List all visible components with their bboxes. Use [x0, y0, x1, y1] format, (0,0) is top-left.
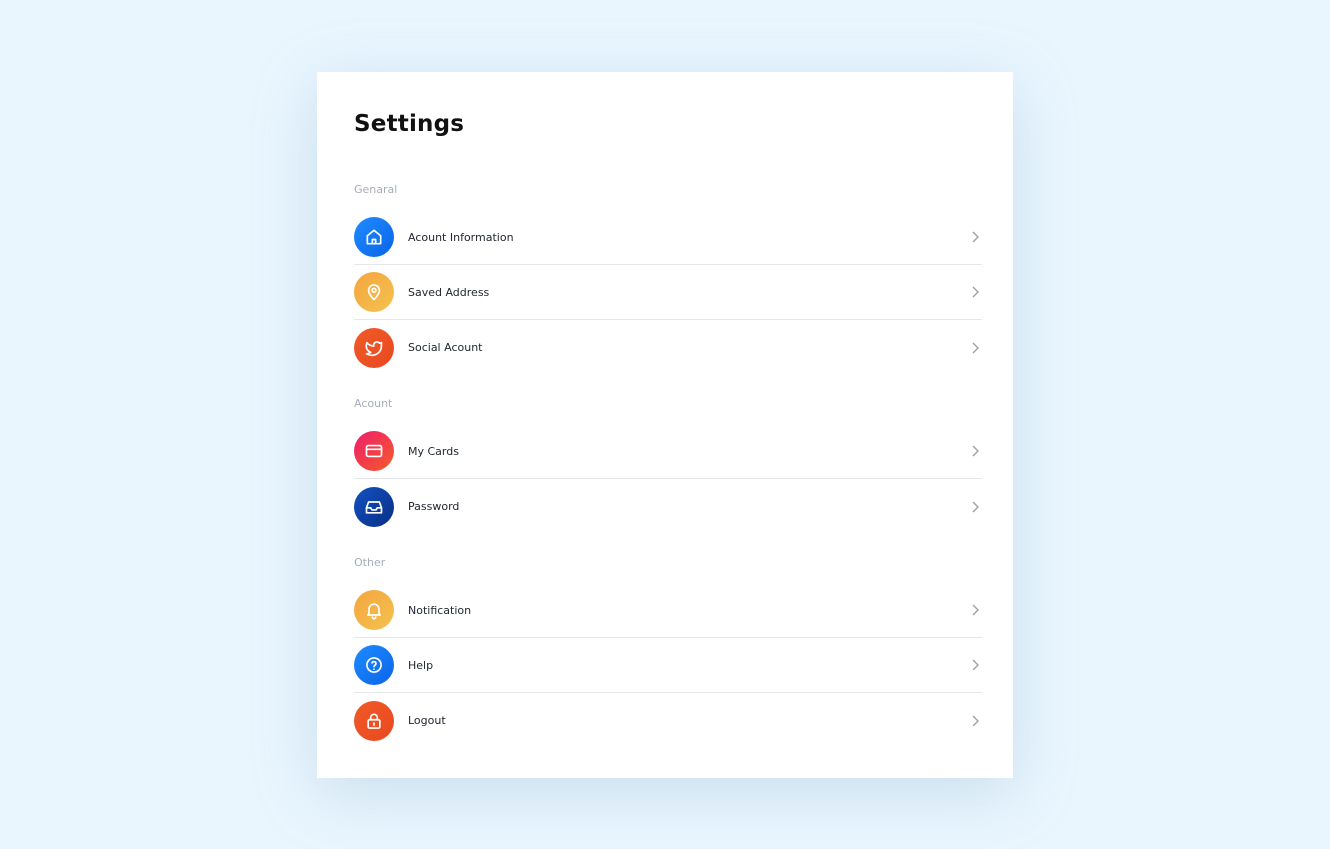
credit-card-icon [354, 431, 394, 471]
chevron-right-icon [972, 445, 979, 457]
settings-card: Settings Genaral Acount Information Save… [317, 72, 1013, 778]
settings-item-password[interactable]: Password [354, 479, 982, 534]
inbox-icon [354, 486, 394, 527]
lock-icon [354, 700, 394, 741]
page-title: Settings [354, 111, 465, 137]
settings-item-label: Social Acount [408, 341, 483, 354]
settings-item-social-account[interactable]: Social Acount [354, 320, 982, 375]
settings-item-logout[interactable]: Logout [354, 693, 982, 748]
section-label-other: Other [354, 556, 386, 569]
chevron-right-icon [972, 604, 979, 616]
chevron-right-icon [972, 659, 979, 671]
chevron-right-icon [972, 501, 979, 512]
bell-icon [354, 590, 394, 630]
settings-item-label: Notification [408, 603, 472, 617]
settings-item-help[interactable]: Help [354, 638, 982, 693]
chevron-right-icon [972, 286, 979, 298]
settings-item-label: My Cards [408, 444, 459, 458]
twitter-bird-icon [354, 327, 394, 368]
section-label-general: Genaral [354, 183, 398, 196]
settings-item-account-information[interactable]: Acount Information [354, 210, 982, 265]
settings-item-saved-address[interactable]: Saved Address [354, 265, 982, 320]
settings-item-label: Password [408, 500, 460, 513]
chevron-right-icon [972, 342, 979, 353]
settings-item-label: Logout [408, 714, 446, 727]
settings-item-notification[interactable]: Notification [354, 583, 982, 638]
home-icon [354, 217, 394, 257]
section-label-account: Acount [354, 397, 393, 410]
help-circle-icon [354, 645, 394, 685]
chevron-right-icon [972, 231, 979, 243]
settings-item-my-cards[interactable]: My Cards [354, 424, 982, 479]
settings-item-label: Acount Information [408, 230, 514, 244]
chevron-right-icon [972, 715, 979, 726]
settings-item-label: Help [408, 658, 434, 672]
settings-item-label: Saved Address [408, 285, 490, 299]
location-pin-icon [354, 272, 394, 312]
